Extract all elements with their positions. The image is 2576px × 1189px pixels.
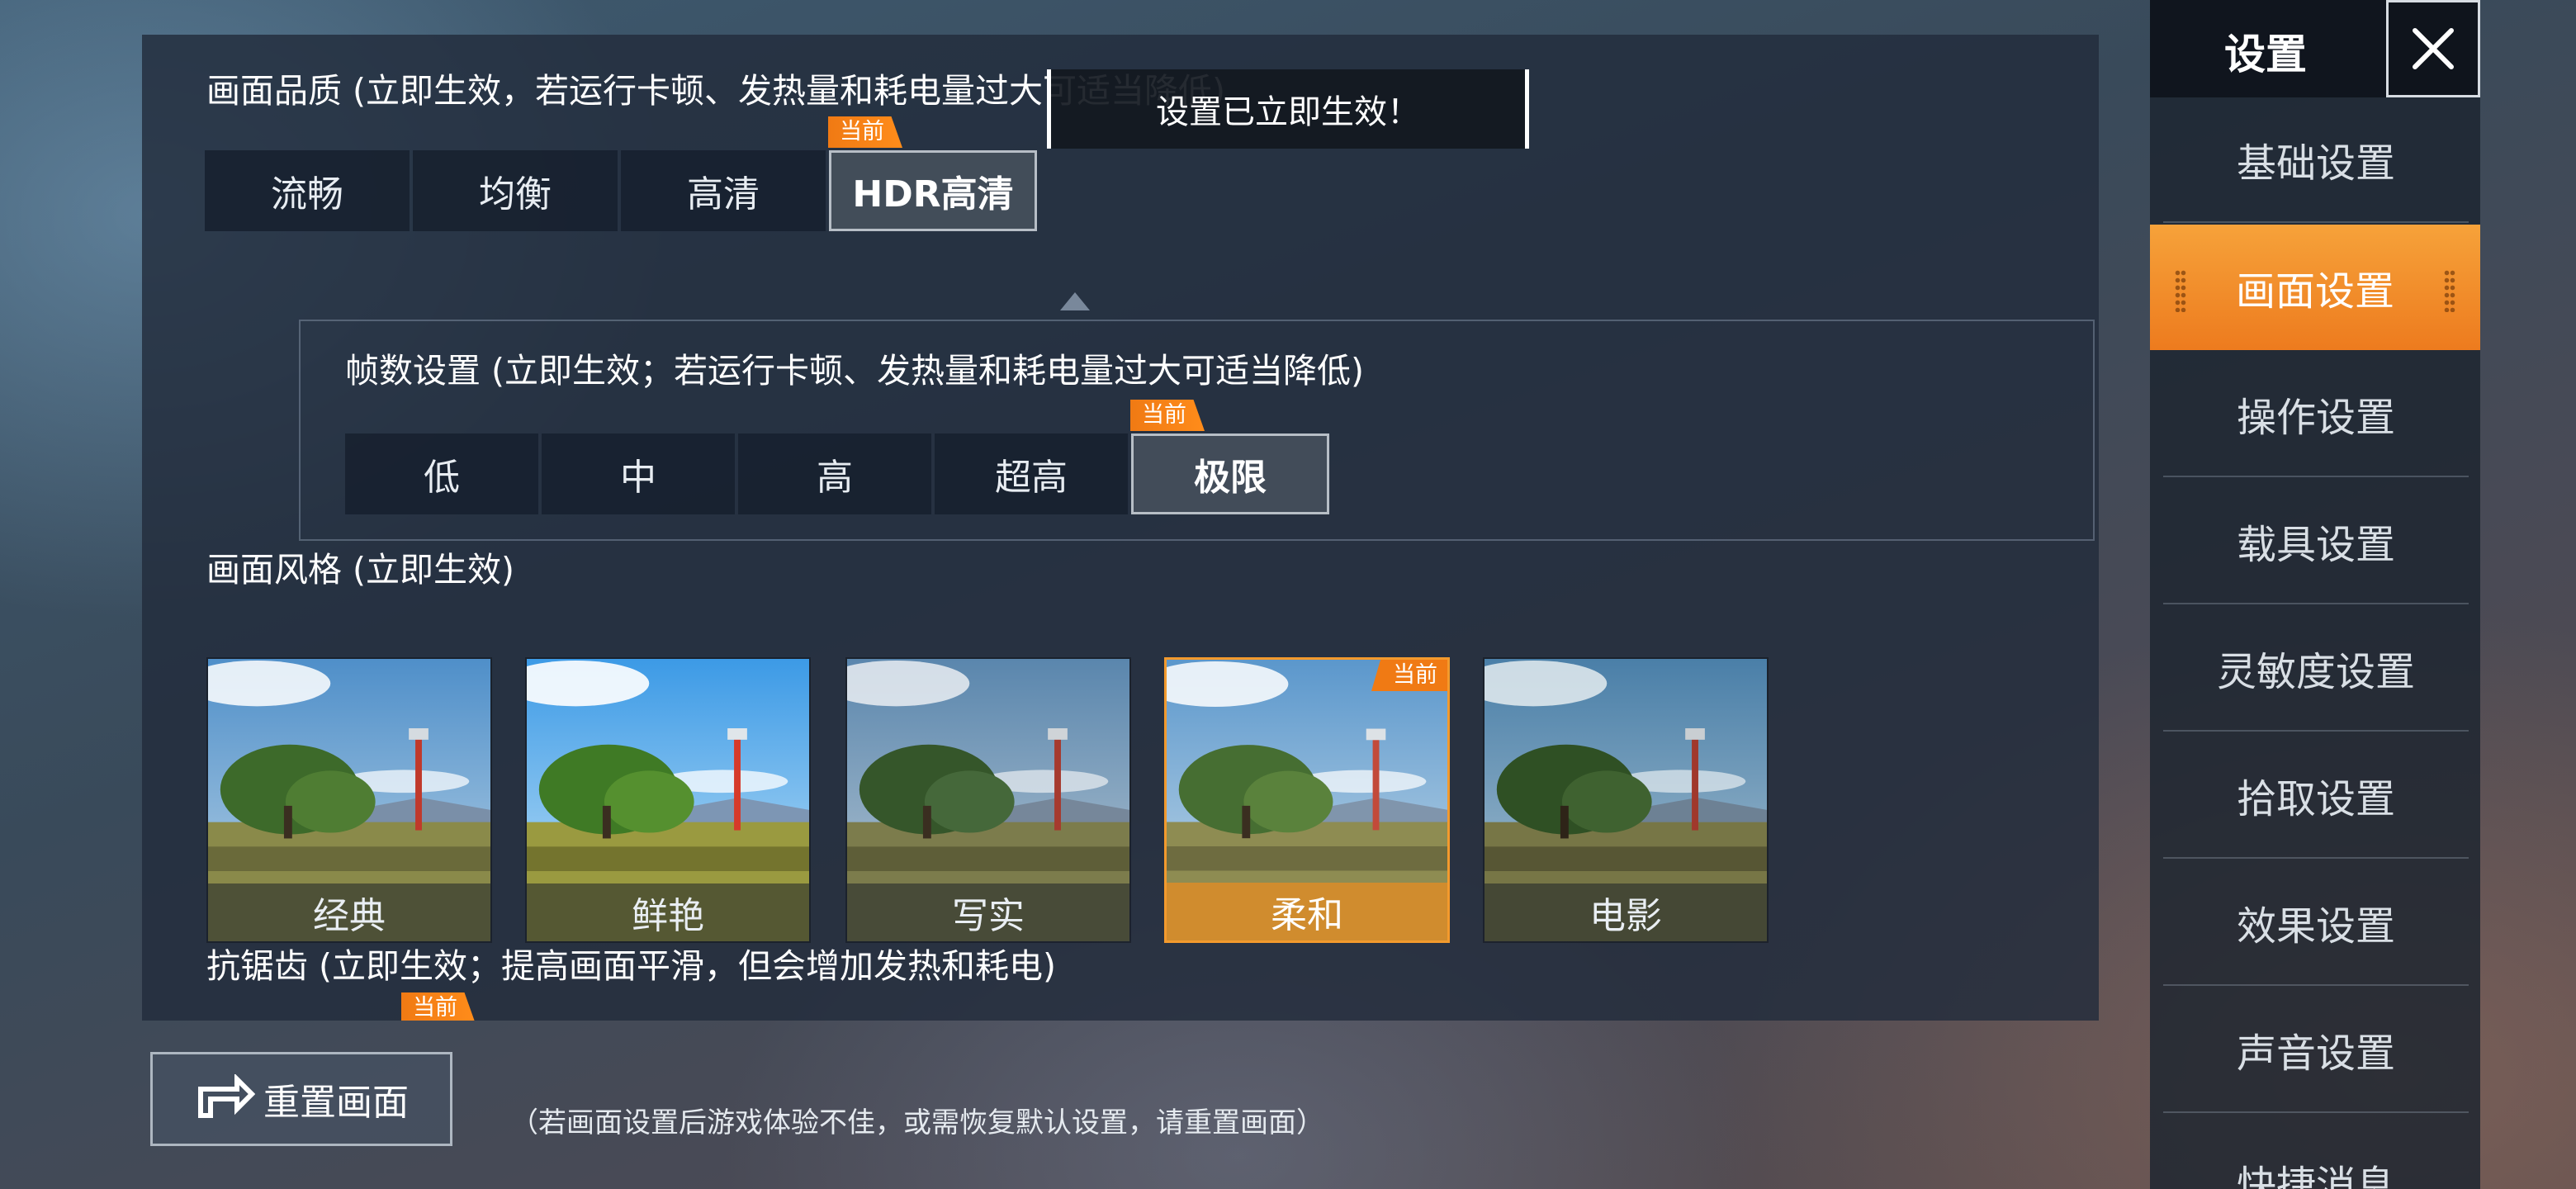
style-thumb-vivid[interactable]: 鲜艳 bbox=[525, 657, 811, 943]
current-tag: 当前 bbox=[1371, 660, 1447, 691]
graphics-quality-options: 流畅 均衡 高清 当前 HDR高清 bbox=[205, 116, 1040, 231]
quality-option-hd[interactable]: 高清 bbox=[621, 150, 826, 231]
sidebar-item-basic[interactable]: 基础设置 bbox=[2163, 97, 2469, 223]
quality-option-smooth[interactable]: 流畅 bbox=[205, 150, 410, 231]
style-title: 画面风格 (立即生效) bbox=[206, 550, 515, 590]
grip-icon bbox=[2175, 269, 2186, 312]
sidebar-item-graphics-label: 画面设置 bbox=[2235, 268, 2394, 315]
sidebar-title: 设置 bbox=[2224, 31, 2307, 78]
current-tag: 当前 bbox=[401, 992, 476, 1021]
sidebar-item-quick-messages[interactable]: 快捷消息 bbox=[2163, 1115, 2469, 1189]
fps-option-extreme-label: 极限 bbox=[1194, 457, 1267, 499]
style-thumb-classic[interactable]: 经典 bbox=[206, 657, 492, 943]
style-thumb-soft[interactable]: 当前 柔和 bbox=[1164, 657, 1450, 943]
fps-option-high[interactable]: 高 bbox=[738, 433, 931, 514]
quality-option-hdr[interactable]: 当前 HDR高清 bbox=[828, 116, 1037, 231]
style-thumb-realistic[interactable]: 写实 bbox=[845, 657, 1131, 943]
grip-icon bbox=[2444, 269, 2455, 312]
frame-rate-box: 帧数设置 (立即生效；若运行卡顿、发热量和耗电量过大可适当降低) 低 中 高 超… bbox=[299, 320, 2095, 541]
quality-option-hdr-label: HDR高清 bbox=[852, 173, 1014, 216]
settings-panel: 画面品质 (立即生效，若运行卡顿、发热量和耗电量过大可适当降低) 流畅 均衡 高… bbox=[142, 35, 2099, 1021]
reset-note: （若画面设置后游戏体验不佳，或需恢复默认设置，请重置画面） bbox=[510, 1106, 1324, 1139]
frame-rate-title: 帧数设置 (立即生效；若运行卡顿、发热量和耗电量过大可适当降低) bbox=[345, 351, 1365, 391]
frame-rate-options: 低 中 高 超高 当前 极限 bbox=[345, 400, 1333, 514]
fps-option-medium[interactable]: 中 bbox=[542, 433, 735, 514]
anti-aliasing-title: 抗锯齿 (立即生效；提高画面平滑，但会增加发热和耗电) bbox=[206, 946, 1057, 986]
style-label-cinematic: 电影 bbox=[1485, 883, 1767, 941]
sidebar-item-graphics[interactable]: 画面设置 bbox=[2150, 225, 2480, 350]
quality-option-balanced[interactable]: 均衡 bbox=[413, 150, 618, 231]
style-thumb-cinematic[interactable]: 电影 bbox=[1483, 657, 1769, 943]
sidebar-item-vehicle[interactable]: 载具设置 bbox=[2163, 479, 2469, 604]
fps-option-extreme[interactable]: 当前 极限 bbox=[1130, 400, 1329, 514]
current-tag: 当前 bbox=[1130, 400, 1205, 431]
fps-option-ultra[interactable]: 超高 bbox=[935, 433, 1128, 514]
close-button[interactable] bbox=[2386, 0, 2480, 97]
style-label-realistic: 写实 bbox=[847, 883, 1129, 941]
reset-graphics-button[interactable]: 重置画面 bbox=[150, 1052, 452, 1146]
sidebar-item-effects[interactable]: 效果设置 bbox=[2163, 860, 2469, 986]
style-label-soft: 柔和 bbox=[1167, 883, 1447, 940]
fps-option-low[interactable]: 低 bbox=[345, 433, 538, 514]
toast-message: 设置已立即生效！ bbox=[1047, 69, 1529, 149]
sidebar-item-sensitivity[interactable]: 灵敏度设置 bbox=[2163, 606, 2469, 732]
reset-icon bbox=[198, 1074, 255, 1118]
reset-button-label: 重置画面 bbox=[263, 1082, 409, 1124]
pointer-caret bbox=[1060, 292, 1090, 310]
style-label-vivid: 鲜艳 bbox=[527, 883, 809, 941]
current-tag: 当前 bbox=[828, 116, 902, 148]
sidebar-item-pickup[interactable]: 拾取设置 bbox=[2163, 733, 2469, 859]
sidebar-item-controls[interactable]: 操作设置 bbox=[2163, 352, 2469, 477]
sidebar-item-sound[interactable]: 声音设置 bbox=[2163, 988, 2469, 1113]
style-label-classic: 经典 bbox=[208, 883, 490, 941]
close-icon bbox=[2413, 28, 2454, 69]
